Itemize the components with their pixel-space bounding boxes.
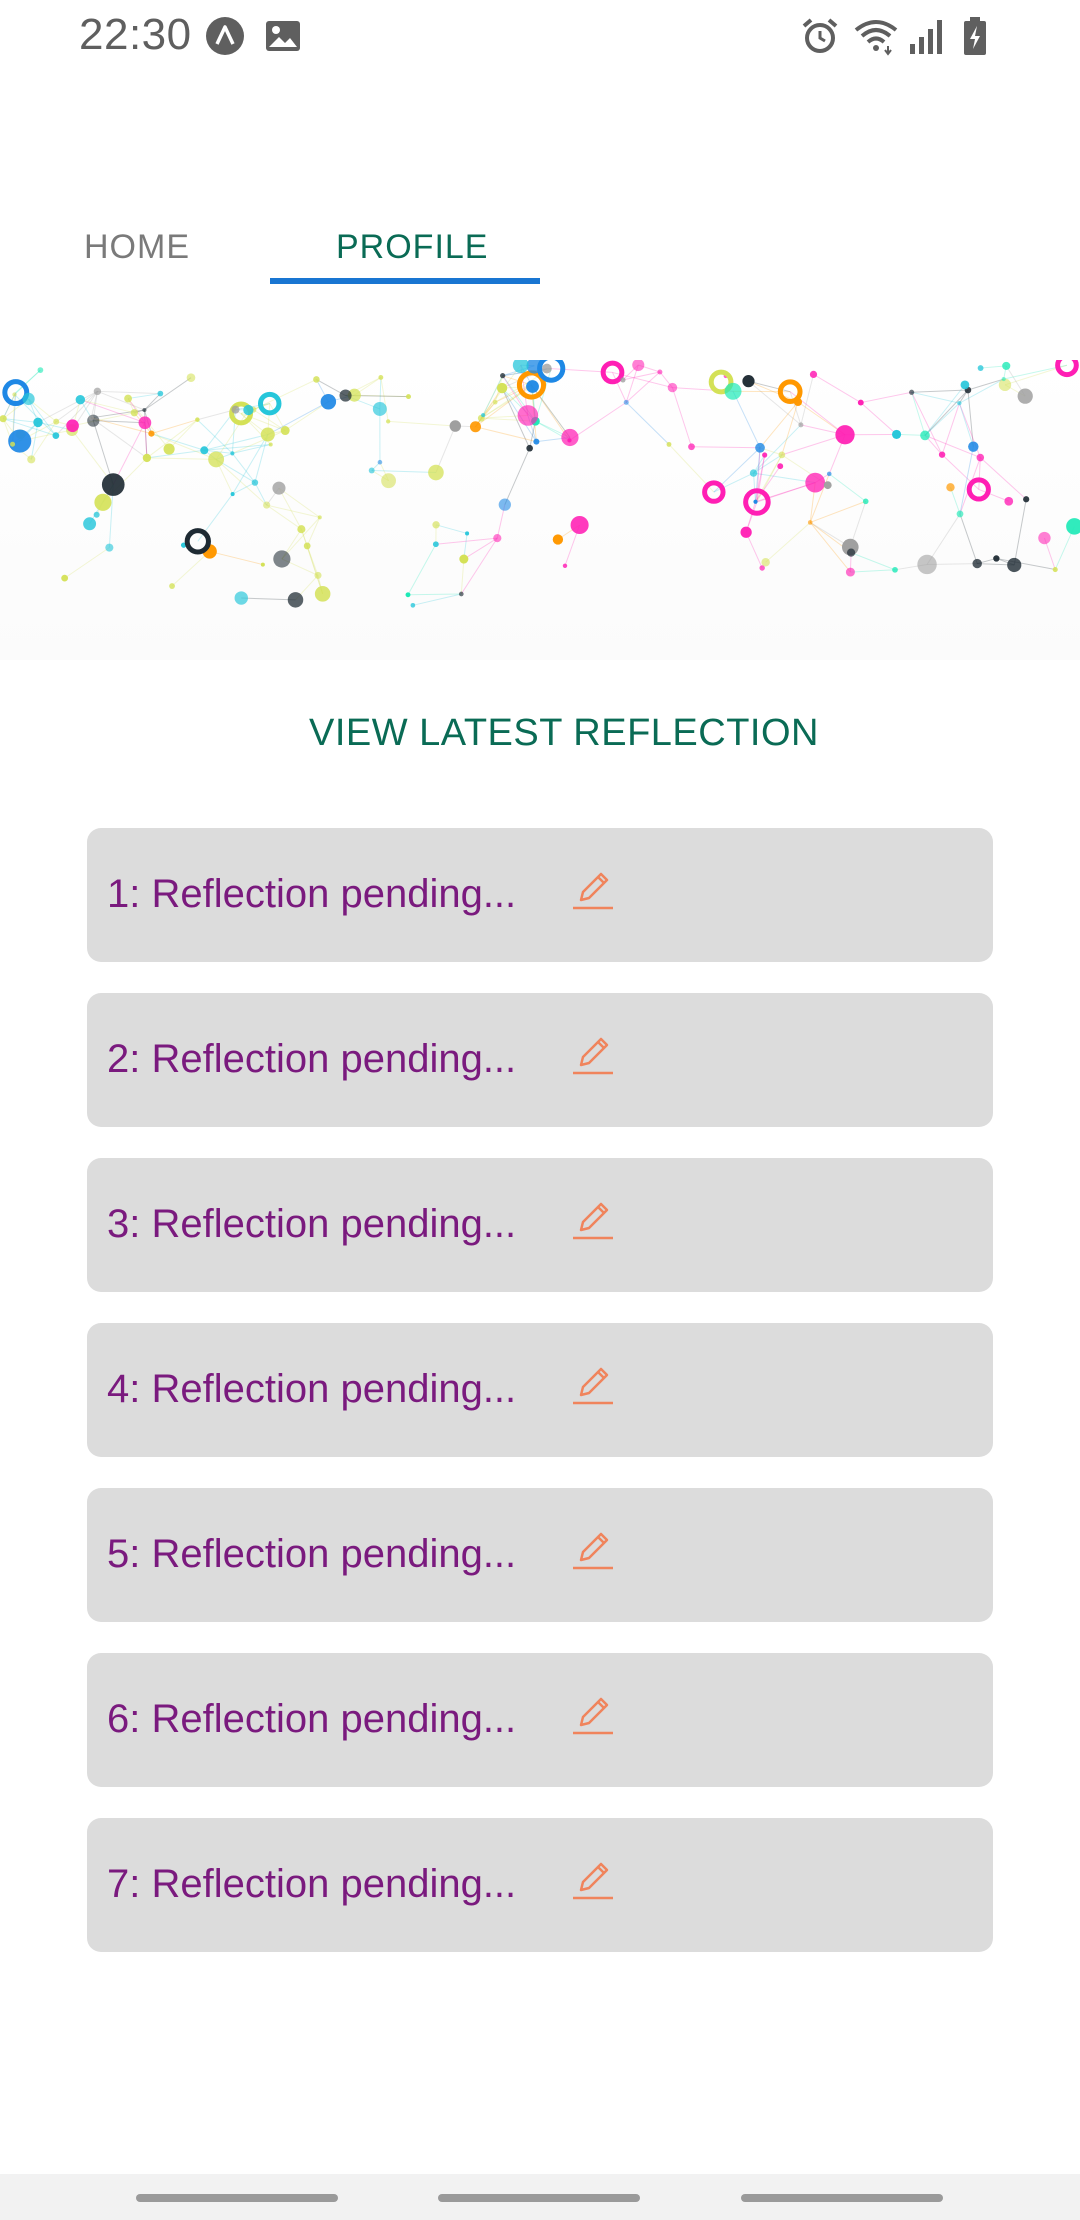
reflection-card-6[interactable]: 6: Reflection pending... bbox=[87, 1653, 993, 1787]
reflection-label: 1: Reflection pending... bbox=[107, 872, 517, 916]
reflection-card-3[interactable]: 3: Reflection pending... bbox=[87, 1158, 993, 1292]
pencil-icon[interactable] bbox=[571, 868, 615, 912]
alarm-icon bbox=[800, 16, 840, 56]
reflection-list: 1: Reflection pending... 2: Reflection p… bbox=[87, 828, 993, 1983]
status-left-icons bbox=[205, 16, 303, 56]
nav-recents-handle[interactable] bbox=[136, 2194, 338, 2202]
status-right-icons bbox=[800, 16, 1002, 56]
active-tab-indicator bbox=[270, 278, 540, 284]
pencil-icon[interactable] bbox=[571, 1033, 615, 1077]
pencil-icon[interactable] bbox=[571, 1858, 615, 1902]
reflection-card-2[interactable]: 2: Reflection pending... bbox=[87, 993, 993, 1127]
reflection-label: 6: Reflection pending... bbox=[107, 1697, 517, 1741]
network-graphic bbox=[0, 360, 1080, 608]
status-bar: 22:30 bbox=[0, 0, 1080, 76]
app-a-icon bbox=[205, 16, 245, 56]
pencil-icon[interactable] bbox=[571, 1363, 615, 1407]
nav-back-handle[interactable] bbox=[741, 2194, 943, 2202]
status-time: 22:30 bbox=[79, 10, 192, 59]
system-navigation-bar bbox=[0, 2174, 1080, 2220]
profile-banner-image bbox=[0, 360, 1080, 660]
reflection-label: 4: Reflection pending... bbox=[107, 1367, 517, 1411]
tab-home[interactable]: HOME bbox=[84, 228, 190, 267]
nav-home-handle[interactable] bbox=[438, 2194, 640, 2202]
tab-bar: HOME PROFILE bbox=[0, 200, 1080, 290]
view-latest-reflection-button[interactable]: VIEW LATEST REFLECTION bbox=[0, 712, 1080, 755]
pencil-icon[interactable] bbox=[571, 1693, 615, 1737]
signal-icon bbox=[908, 16, 948, 56]
reflection-card-7[interactable]: 7: Reflection pending... bbox=[87, 1818, 993, 1952]
image-icon bbox=[263, 16, 303, 56]
wifi-icon bbox=[854, 16, 898, 56]
reflection-label: 7: Reflection pending... bbox=[107, 1862, 517, 1906]
reflection-label: 3: Reflection pending... bbox=[107, 1202, 517, 1246]
reflection-card-4[interactable]: 4: Reflection pending... bbox=[87, 1323, 993, 1457]
reflection-card-1[interactable]: 1: Reflection pending... bbox=[87, 828, 993, 962]
pencil-icon[interactable] bbox=[571, 1528, 615, 1572]
reflection-label: 5: Reflection pending... bbox=[107, 1532, 517, 1576]
reflection-card-5[interactable]: 5: Reflection pending... bbox=[87, 1488, 993, 1622]
tab-profile[interactable]: PROFILE bbox=[336, 228, 488, 267]
pencil-icon[interactable] bbox=[571, 1198, 615, 1242]
reflection-label: 2: Reflection pending... bbox=[107, 1037, 517, 1081]
battery-charging-icon bbox=[962, 16, 1002, 56]
